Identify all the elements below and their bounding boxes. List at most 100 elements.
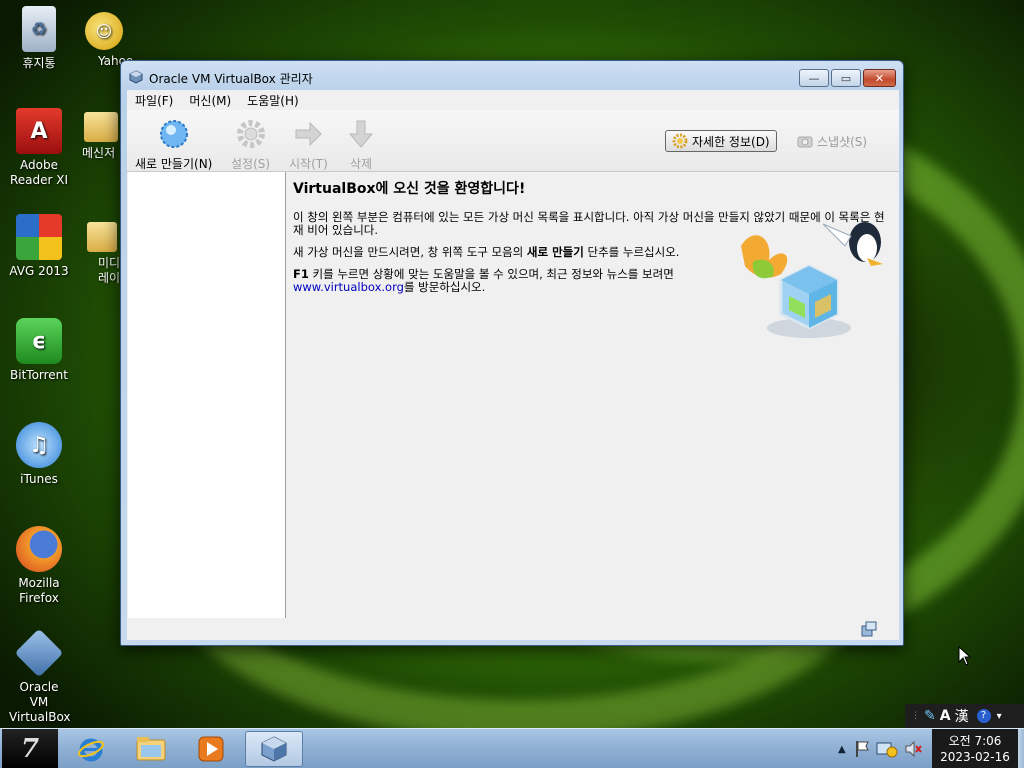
taskbar-internet-explorer[interactable] [62,731,120,767]
close-button[interactable]: ✕ [863,69,896,87]
delete-button-label: 삭제 [349,157,373,171]
desktop-icon-virtualbox[interactable]: Oracle VM VirtualBox [0,628,78,725]
taskbar-media-player[interactable] [182,731,240,767]
virtualbox-website-link[interactable]: www.virtualbox.org [293,280,404,294]
clock-time: 오전 7:06 [948,734,1002,748]
virtualbox-icon [14,628,64,678]
gear-icon [672,133,688,149]
desktop-icon-label: AVG 2013 [9,264,69,278]
chevron-down-icon[interactable]: ▾ [997,711,1002,722]
welcome-text: 단추를 누르십시오. [583,245,680,259]
show-hidden-icons-icon[interactable]: ▲ [838,744,846,755]
welcome-illustration [741,222,883,338]
mouse-cursor-icon [958,646,972,666]
arrow-right-icon [295,121,323,147]
snapshots-button-label: 스냅샷(S) [817,134,868,149]
desktop-icon-avg[interactable]: AVG 2013 [0,214,78,279]
welcome-bold-text: F1 [293,267,309,281]
recycle-bin-icon: ♻ [22,6,56,52]
network-status-icon[interactable] [861,621,877,637]
desktop-icon-label: BitTorrent [10,368,68,382]
bittorrent-icon: ϵ [16,318,62,364]
start-button-label: 시작(T) [289,157,328,171]
welcome-title: VirtualBox에 오신 것을 환영합니다! [293,181,526,197]
desktop-icon-firefox[interactable]: Mozilla Firefox [0,526,78,606]
virtualbox-icon [129,70,143,84]
desktop-icon-folder-media[interactable]: 미디어 플레이어 [84,222,120,300]
folder-icon [84,112,118,142]
folder-icon [136,737,166,761]
desktop-icon-label: iTunes [20,472,58,486]
ime-pencil-icon[interactable]: ✎ [924,708,936,724]
camera-icon [797,136,813,148]
network-icon[interactable] [876,739,898,759]
new-button[interactable]: 새로 만들기(N) [135,118,212,172]
menu-bar: 파일(F) 머신(M) 도움말(H) [127,90,899,110]
start-button[interactable]: 시작(T) [289,118,328,172]
settings-button-label: 설정(S) [231,157,271,171]
action-center-flag-icon[interactable] [854,740,870,758]
welcome-paragraph: F1 키를 누르면 상황에 맞는 도움말을 볼 수 있으며, 최근 정보와 뉴스… [293,268,723,294]
client-area: VirtualBox에 오신 것을 환영합니다! 이 창의 왼쪽 부분은 컴퓨터… [127,172,899,618]
new-machine-icon [159,120,188,148]
close-icon: ✕ [874,71,885,85]
gear-icon [236,120,265,148]
desktop-icon-folder-messenger[interactable]: 메신저 [82,112,120,182]
details-button[interactable]: 자세한 정보(D) [665,130,777,152]
desktop-icon-label: 휴지통 [22,56,56,70]
desktop-icon-label: 미디어 플레이어 [98,256,120,285]
start-button[interactable]: 7 [2,729,58,768]
toolbar: 새로 만들기(N) 설정(S) 시작(T) 삭제 자세한 정보(D) 스냅샷(S… [127,110,899,172]
welcome-paragraph: 새 가상 머신을 만드시려면, 창 위쪽 도구 모음의 새로 만들기 단추를 누… [293,246,723,259]
show-desktop-button[interactable] [1018,729,1024,768]
clock-date: 2023-02-16 [940,750,1010,764]
yahoo-messenger-icon: ☺ [85,12,123,50]
delete-button[interactable]: 삭제 [345,118,377,172]
desktop-icon-recycle-bin[interactable]: ♻ 휴지통 [0,6,78,71]
vm-list[interactable] [128,172,286,618]
desktop-icon-itunes[interactable]: ♫ iTunes [0,422,78,487]
ime-hanja-button[interactable]: 漢 [955,706,969,726]
taskbar-explorer[interactable] [122,731,180,767]
media-player-icon [198,736,224,762]
menu-help[interactable]: 도움말(H) [247,92,299,109]
minimize-button[interactable]: — [799,69,829,87]
window-title: Oracle VM VirtualBox 관리자 [149,72,313,86]
welcome-bold-text: 새로 만들기 [526,245,584,259]
menu-file[interactable]: 파일(F) [135,92,173,109]
title-bar[interactable]: Oracle VM VirtualBox 관리자 — ▭ ✕ [121,61,903,91]
status-bar [127,618,899,640]
clock[interactable]: 오전 7:06 2023-02-16 [932,729,1018,768]
volume-muted-icon[interactable] [904,740,922,758]
settings-button[interactable]: 설정(S) [231,118,270,172]
ime-mode-indicator[interactable]: A [940,708,951,724]
virtualbox-icon [261,736,287,762]
system-tray: ▲ [832,729,932,768]
itunes-icon: ♫ [16,422,62,468]
menu-machine[interactable]: 머신(M) [189,92,231,109]
minimize-icon: — [808,71,820,85]
desktop-icon-label: Mozilla Firefox [18,576,60,605]
avg-icon [16,214,62,260]
taskbar-virtualbox[interactable] [245,731,303,767]
desktop-icon-adobe-reader[interactable]: A Adobe Reader XI [0,108,78,188]
desktop-icon-label: Oracle VM VirtualBox [9,680,71,724]
virtualbox-manager-window: Oracle VM VirtualBox 관리자 — ▭ ✕ 파일(F) 머신(… [120,60,904,646]
details-pane: VirtualBox에 오신 것을 환영합니다! 이 창의 왼쪽 부분은 컴퓨터… [293,178,895,614]
drag-handle-icon[interactable]: ⋮ [911,711,920,721]
welcome-text: 를 방문하십시오. [403,280,486,294]
help-icon[interactable]: ? [976,709,991,723]
adobe-reader-icon: A [16,108,62,154]
desktop-icon-label: 메신저 [82,146,116,160]
firefox-icon [16,526,62,572]
snapshots-button[interactable]: 스냅샷(S) [791,130,873,152]
maximize-icon: ▭ [840,71,852,85]
desktop-icon-bittorrent[interactable]: ϵ BitTorrent [0,318,78,383]
welcome-text: 새 가상 머신을 만드시려면, 창 위쪽 도구 모음의 [293,245,527,259]
internet-explorer-icon [78,738,104,762]
desktop-icon-label: Adobe Reader XI [9,158,69,187]
arrow-down-icon [348,120,374,148]
maximize-button[interactable]: ▭ [831,69,861,87]
folder-icon [87,222,117,252]
taskbar: 7 ▲ 오전 7:06 2023-02-16 [0,728,1024,768]
